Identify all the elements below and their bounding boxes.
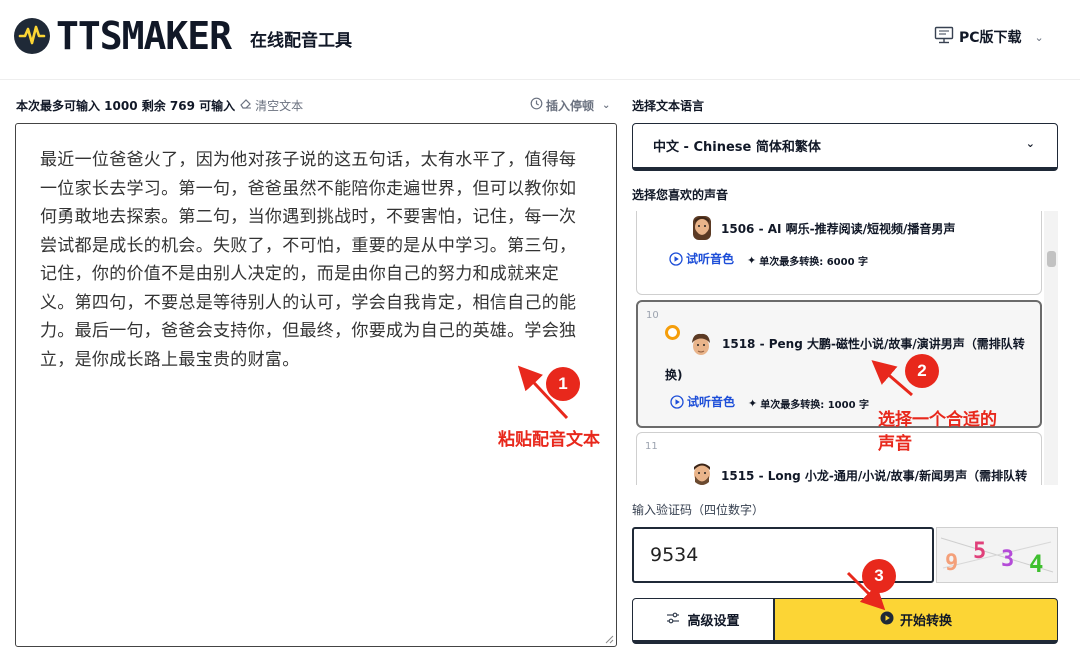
voice-label: 选择您喜欢的声音 xyxy=(632,188,729,202)
voice-name: 1518 - Peng 大鹏-磁性小说/故事/演讲男声（需排队转 xyxy=(722,337,1025,351)
listen-button[interactable]: 试听音色 xyxy=(669,250,734,267)
annotation-label-2b: 声音 xyxy=(878,434,912,454)
pc-download-button[interactable]: PC版下载 ⌄ xyxy=(934,25,1044,49)
clear-text-button[interactable]: 清空文本 xyxy=(239,97,303,114)
voice-name: 1506 - AI 啊乐-推荐阅读/短视频/播音男声 xyxy=(721,222,956,236)
logo-text[interactable]: TTSMAKER xyxy=(56,14,232,58)
resize-handle-icon[interactable] xyxy=(604,634,614,644)
voice-number: 10 xyxy=(646,310,659,321)
input-limit-text: 本次最多可输入 1000 剩余 769 可输入 xyxy=(16,98,236,113)
voice-list[interactable]: 1506 - AI 啊乐-推荐阅读/短视频/播音男声 试听音色 ✦ 单次最多转换… xyxy=(632,211,1060,485)
listen-label: 试听音色 xyxy=(687,395,736,409)
voice-limit-text: 单次最多转换: 1000 字 xyxy=(760,400,870,411)
language-select[interactable]: 中文 - Chinese 简体和繁体 ⌄ xyxy=(632,123,1058,171)
voice-limit: ✦ 单次最多转换: 6000 字 xyxy=(747,253,868,268)
insert-pause-label: 插入停顿 xyxy=(546,98,595,113)
voice-limit: ✦ 单次最多转换: 1000 字 xyxy=(748,396,869,411)
voice-radio-selected[interactable] xyxy=(665,325,680,340)
annotation-step-1: 1 xyxy=(546,367,580,401)
monitor-icon xyxy=(934,26,954,48)
listen-label: 试听音色 xyxy=(686,252,735,266)
voice-card[interactable]: 1506 - AI 啊乐-推荐阅读/短视频/播音男声 试听音色 ✦ 单次最多转换… xyxy=(636,211,1042,295)
play-circle-icon xyxy=(670,394,684,409)
sparkle-icon: ✦ xyxy=(748,397,758,410)
annotation-step-2: 2 xyxy=(905,354,939,388)
voice-card[interactable]: 11 1515 - Long 小龙-通用/小说/故事/新闻男声（需排队转 xyxy=(636,432,1042,485)
captcha-image[interactable]: 9 5 3 4 xyxy=(936,527,1058,583)
input-counter: 本次最多可输入 1000 剩余 769 可输入 清空文本 xyxy=(16,96,303,114)
language-label: 选择文本语言 xyxy=(632,99,705,113)
captcha-char: 3 xyxy=(1001,547,1014,572)
advanced-settings-button[interactable]: 高级设置 xyxy=(632,598,774,644)
voice-limit-text: 单次最多转换: 6000 字 xyxy=(759,257,869,268)
voice-number: 11 xyxy=(645,441,658,452)
listen-button[interactable]: 试听音色 xyxy=(670,393,735,410)
text-input-content[interactable]: 最近一位爸爸火了，因为他对孩子说的这五句话，太有水平了，值得每一位家长去学习。第… xyxy=(40,146,592,374)
pc-download-label: PC版下载 xyxy=(959,30,1022,46)
captcha-char: 9 xyxy=(945,551,958,576)
play-circle-icon xyxy=(669,251,683,266)
sliders-icon xyxy=(666,612,680,628)
chevron-down-icon: ⌄ xyxy=(1034,30,1044,44)
language-selected-value: 中文 - Chinese 简体和繁体 xyxy=(653,140,821,155)
avatar-icon xyxy=(693,216,711,240)
logo-tagline: 在线配音工具 xyxy=(250,31,352,51)
annotation-step-3: 3 xyxy=(862,559,896,593)
insert-pause-button[interactable]: 插入停顿 ⌄ xyxy=(530,96,610,114)
waveform-logo-icon[interactable] xyxy=(14,18,50,54)
avatar-icon xyxy=(692,333,710,355)
avatar-icon xyxy=(694,463,710,485)
annotation-label-2a: 选择一个合适的 xyxy=(878,410,997,430)
captcha-char: 5 xyxy=(973,539,986,564)
start-convert-label: 开始转换 xyxy=(899,614,952,629)
voice-list-scroll-thumb[interactable] xyxy=(1047,251,1056,267)
clear-text-label: 清空文本 xyxy=(255,98,304,113)
voice-name: 1515 - Long 小龙-通用/小说/故事/新闻男声（需排队转 xyxy=(721,469,1028,483)
chevron-down-icon: ⌄ xyxy=(602,99,611,111)
clock-icon xyxy=(530,97,543,113)
voice-name-continued: 换) xyxy=(665,368,683,382)
start-convert-button[interactable]: 开始转换 xyxy=(774,598,1058,644)
eraser-icon xyxy=(239,97,252,113)
annotation-label-1: 粘贴配音文本 xyxy=(498,430,600,450)
captcha-char: 4 xyxy=(1029,550,1043,578)
text-input-area[interactable]: 最近一位爸爸火了，因为他对孩子说的这五句话，太有水平了，值得每一位家长去学习。第… xyxy=(15,123,617,647)
sparkle-icon: ✦ xyxy=(747,254,757,267)
advanced-settings-label: 高级设置 xyxy=(687,614,740,629)
play-circle-icon xyxy=(880,611,894,629)
chevron-down-icon: ⌄ xyxy=(1025,137,1035,150)
captcha-label: 输入验证码（四位数字） xyxy=(632,503,765,517)
header: TTSMAKER 在线配音工具 PC版下载 ⌄ xyxy=(0,0,1080,80)
